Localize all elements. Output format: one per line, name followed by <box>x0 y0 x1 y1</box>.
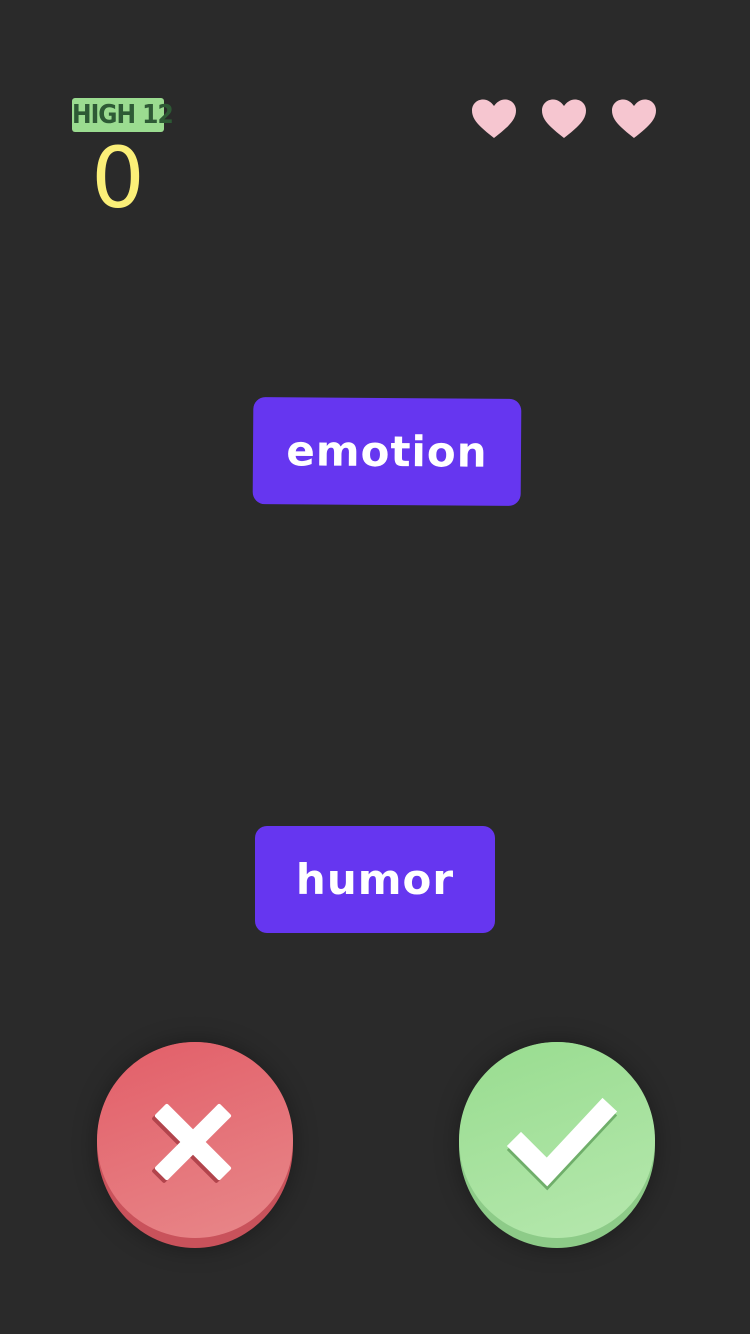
heart-icon <box>472 99 516 138</box>
accept-button[interactable] <box>459 1042 655 1248</box>
heart-icon <box>542 99 586 138</box>
reject-button[interactable] <box>97 1042 293 1248</box>
current-score: 0 <box>91 129 145 227</box>
word-card-bottom: humor <box>255 826 495 933</box>
high-score-badge: HIGH 12 <box>72 98 174 132</box>
lives-indicator <box>470 98 660 142</box>
heart-icon <box>612 99 656 138</box>
checkmark-icon <box>506 1097 618 1191</box>
word-card-top: emotion <box>252 397 522 506</box>
close-icon <box>152 1103 232 1183</box>
